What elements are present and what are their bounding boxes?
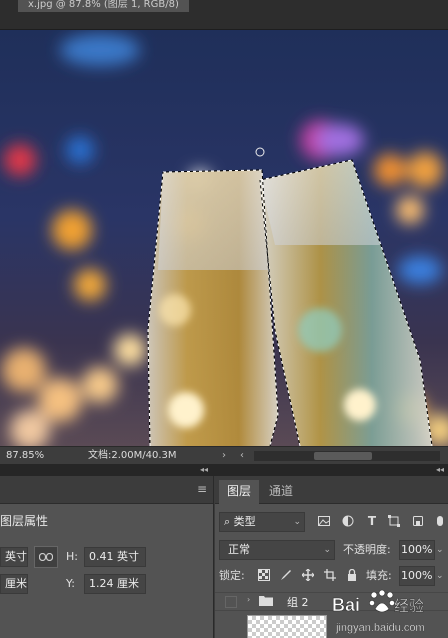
adjustment-filter-icon[interactable]: [341, 514, 355, 528]
scrollbar-thumb[interactable]: [314, 452, 372, 460]
document-tab[interactable]: x.jpg @ 87.8% (图层 1, RGB/8): [18, 0, 189, 12]
chevron-right-icon[interactable]: ›: [247, 595, 250, 604]
shape-filter-icon[interactable]: [387, 514, 401, 528]
opacity-field[interactable]: 100%: [399, 540, 435, 560]
horizontal-scrollbar[interactable]: [254, 451, 440, 461]
lock-image-icon[interactable]: [279, 568, 293, 582]
collapse-right-icon[interactable]: ◂◂: [436, 464, 444, 476]
y-field[interactable]: 1.24 厘米: [84, 574, 146, 594]
watermark-brand2: 经验: [394, 597, 424, 615]
eye-icon[interactable]: [225, 596, 237, 608]
lock-artboard-icon[interactable]: [323, 568, 337, 582]
lock-label: 锁定:: [219, 569, 245, 582]
filter-kind-value: 类型: [233, 515, 256, 528]
panel-collapse-strip: ◂◂ ◂◂: [0, 464, 448, 476]
baidu-watermark: Bai 经验 jingyan.baidu.com: [330, 585, 448, 638]
fill-field[interactable]: 100%: [399, 566, 435, 586]
status-bar: 87.85% 文档:2.00M/40.3M › ‹: [0, 446, 448, 464]
document-tab-bar: x.jpg @ 87.8% (图层 1, RGB/8): [0, 0, 448, 30]
filter-toggle-icon[interactable]: [433, 514, 447, 528]
tab-channels[interactable]: 通道: [261, 480, 301, 504]
layer-thumbnail: [247, 615, 327, 638]
width-field[interactable]: 英寸: [0, 547, 28, 567]
layer-filter-select[interactable]: ⌕ 类型 ⌄: [219, 512, 305, 532]
watermark-brand: Bai: [332, 595, 360, 615]
properties-title: 图层属性: [0, 514, 49, 528]
height-label: H:: [66, 550, 78, 563]
blend-mode-value: 正常: [228, 543, 250, 556]
document-size: 文档:2.00M/40.3M: [88, 450, 177, 461]
lock-transparent-icon[interactable]: [257, 568, 271, 582]
y-label: Y:: [66, 577, 75, 590]
layer-name: 组 2: [287, 596, 309, 609]
status-menu-arrow[interactable]: ›: [222, 447, 226, 464]
fill-label: 填充:: [366, 569, 392, 582]
lock-all-icon[interactable]: [345, 568, 359, 582]
tab-layers[interactable]: 图层: [219, 480, 260, 504]
image-filter-icon[interactable]: [317, 514, 331, 528]
photo-champagne-glasses[interactable]: [0, 30, 448, 446]
blend-mode-select[interactable]: 正常 ⌄: [219, 540, 335, 560]
photoshop-window: x.jpg @ 87.8% (图层 1, RGB/8) 87.85% 文档:2.…: [0, 0, 448, 638]
x-field[interactable]: 厘米: [0, 574, 28, 594]
smart-object-filter-icon[interactable]: [411, 514, 425, 528]
search-icon: ⌕: [224, 515, 234, 528]
zoom-level[interactable]: 87.85%: [6, 447, 44, 464]
scroll-left-arrow[interactable]: ‹: [240, 447, 244, 464]
opacity-label: 不透明度:: [343, 543, 391, 556]
baidu-paw-logo: Bai 经验 jingyan.baidu.com: [332, 589, 425, 634]
collapse-left-icon[interactable]: ◂◂: [200, 464, 208, 476]
height-field[interactable]: 0.41 英寸: [84, 547, 146, 567]
link-wh-button[interactable]: [34, 546, 58, 568]
folder-icon: [259, 595, 273, 609]
canvas-area[interactable]: [0, 30, 448, 446]
layers-tabs: 图层 通道: [215, 476, 448, 504]
lock-position-icon[interactable]: [301, 568, 315, 582]
chevron-down-icon: ⌄: [323, 545, 331, 555]
opacity-chevron-icon[interactable]: ⌄: [436, 540, 444, 560]
chevron-down-icon: ⌄: [293, 517, 301, 527]
link-icon: [39, 553, 53, 561]
watermark-url: jingyan.baidu.com: [335, 622, 425, 634]
properties-panel: ≡ 图层属性 英寸 H: 0.41 英寸 厘米 Y: 1.24 厘米: [0, 476, 214, 638]
fill-chevron-icon[interactable]: ⌄: [436, 566, 444, 586]
panel-menu-icon[interactable]: ≡: [197, 482, 207, 496]
type-filter-icon[interactable]: T: [365, 514, 379, 528]
properties-panel-header: ≡: [0, 476, 213, 504]
